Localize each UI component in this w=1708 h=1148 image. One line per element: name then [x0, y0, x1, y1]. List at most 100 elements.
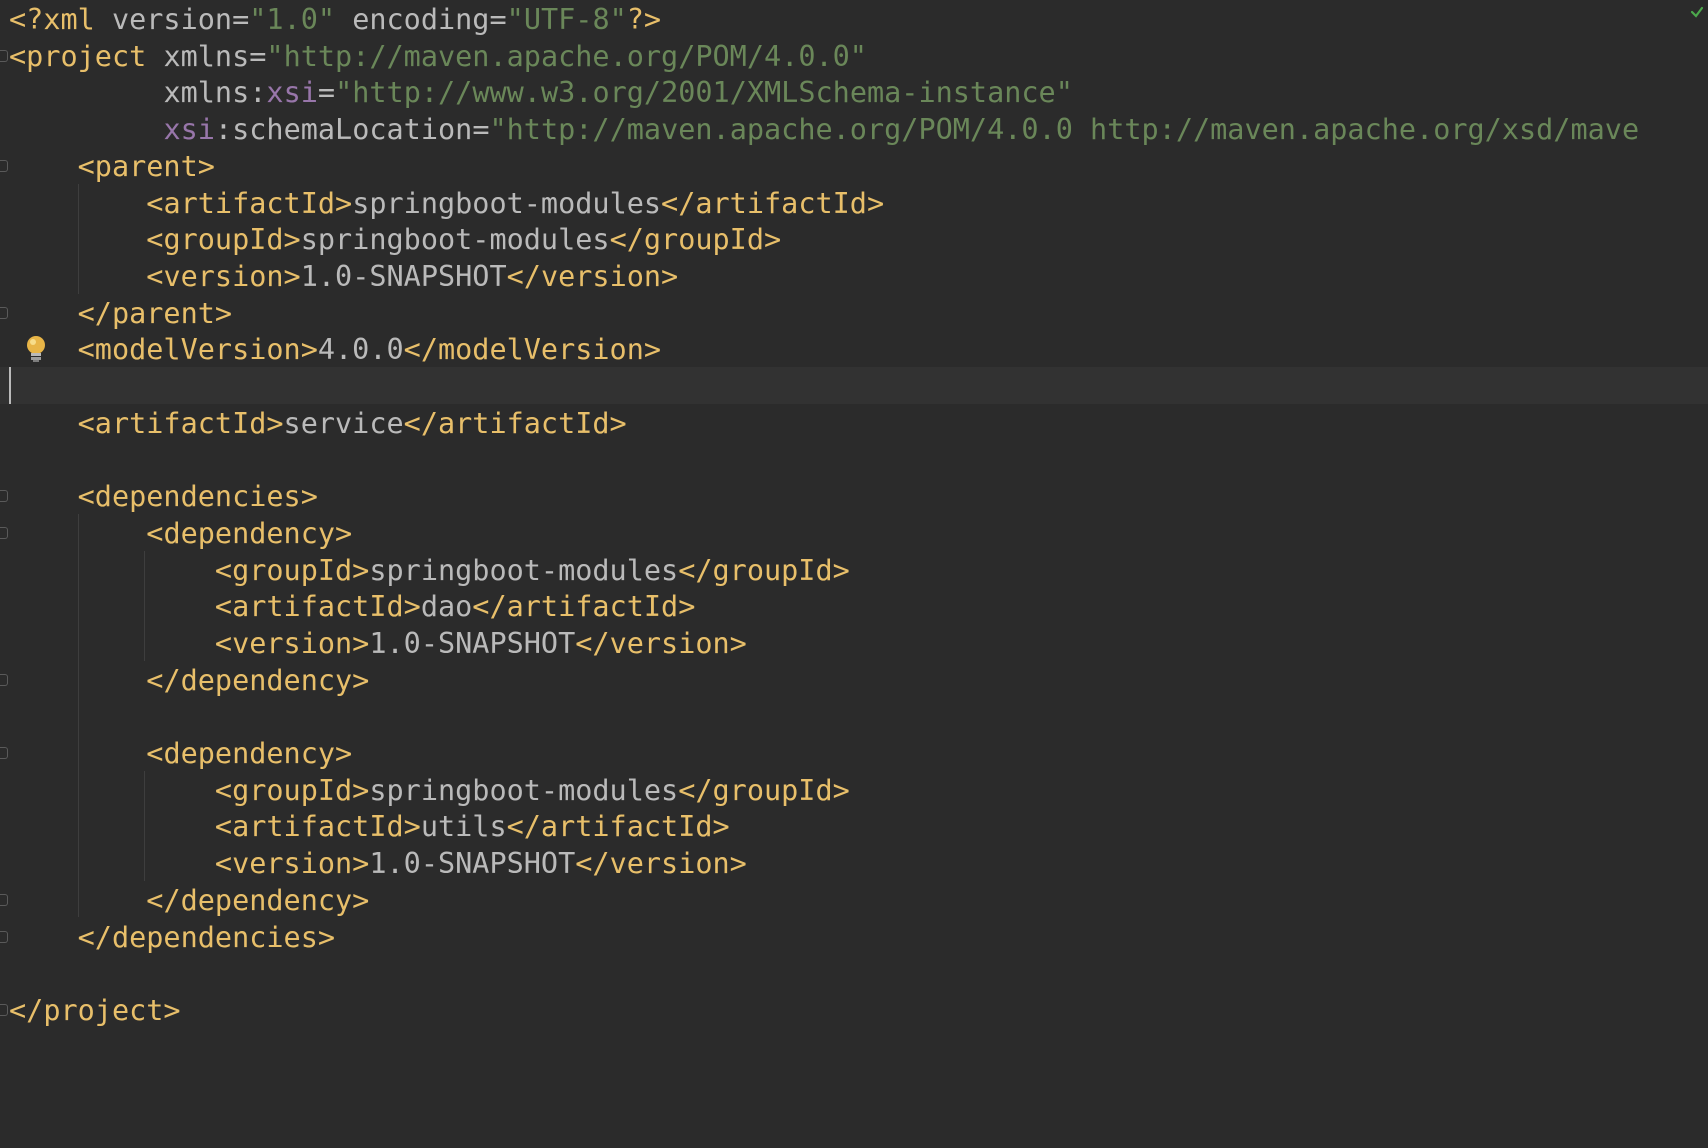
- token-text: dao: [420, 590, 473, 624]
- token-punc: [335, 3, 352, 36]
- code-line[interactable]: xsi:schemaLocation="http://maven.apache.…: [9, 110, 1639, 150]
- token-tag: <version>: [146, 259, 301, 293]
- fold-marker-icon[interactable]: [0, 1003, 8, 1016]
- code-line[interactable]: </dependencies>: [9, 918, 335, 958]
- token-tag: </version>: [506, 259, 679, 293]
- token-tag: ?>: [626, 3, 662, 36]
- token-attr: xmlns: [163, 39, 250, 73]
- code-line[interactable]: <project xmlns="http://maven.apache.org/…: [9, 37, 867, 77]
- token-attr: encoding: [352, 3, 490, 36]
- token-tag: <groupId>: [214, 553, 370, 587]
- token-attr: xmlns: [163, 76, 250, 110]
- intention-bulb-icon[interactable]: [24, 334, 48, 364]
- code-line[interactable]: <groupId>springboot-modules</groupId>: [9, 220, 781, 260]
- token-tag: </dependencies>: [77, 920, 336, 954]
- fold-marker-icon[interactable]: [0, 159, 8, 172]
- token-tag: </groupId>: [678, 553, 850, 587]
- code-line[interactable]: <version>1.0-SNAPSHOT</version>: [9, 844, 747, 884]
- code-line[interactable]: <dependency>: [9, 734, 352, 774]
- token-punc: =: [249, 39, 267, 73]
- code-line[interactable]: </dependency>: [9, 661, 369, 701]
- code-line[interactable]: </project>: [9, 991, 181, 1031]
- fold-marker-icon[interactable]: [0, 49, 8, 62]
- token-text: 1.0-SNAPSHOT: [369, 626, 576, 660]
- token-punc: =: [489, 3, 507, 36]
- token-tag: <parent>: [77, 149, 215, 183]
- token-tag: </artifactId>: [403, 406, 627, 440]
- token-tag: <modelVersion>: [77, 333, 318, 367]
- code-line[interactable]: </dependency>: [9, 881, 369, 921]
- token-punc: =: [317, 76, 336, 110]
- code-line[interactable]: <?xml version="1.0" encoding="UTF-8"?>: [9, 0, 661, 40]
- token-text: springboot-modules: [369, 773, 679, 807]
- token-tag: </dependency>: [146, 883, 370, 917]
- fold-marker-icon[interactable]: [0, 306, 8, 319]
- token-tag: </dependency>: [146, 663, 370, 697]
- token-text: springboot-modules: [352, 186, 662, 220]
- fold-marker-icon[interactable]: [0, 673, 8, 686]
- token-tag: </artifactId>: [661, 186, 885, 220]
- token-val: "http://maven.apache.org/POM/4.0.0 http:…: [489, 113, 1640, 147]
- inspection-ok-icon[interactable]: [1690, 6, 1704, 20]
- fold-marker-icon[interactable]: [0, 526, 8, 539]
- code-line[interactable]: <artifactId>springboot-modules</artifact…: [9, 184, 884, 224]
- token-punc: :: [249, 76, 267, 110]
- code-editor[interactable]: <?xml version="1.0" encoding="UTF-8"?> <p…: [0, 0, 1708, 1148]
- code-line[interactable]: <modelVersion>4.0.0</modelVersion>: [9, 330, 661, 370]
- token-tag: <project: [9, 39, 164, 73]
- token-text: springboot-modules: [369, 553, 679, 587]
- token-attr: schemaLocation: [232, 113, 473, 147]
- token-val: "http://maven.apache.org/POM/4.0.0": [266, 39, 867, 73]
- fold-marker-icon[interactable]: [0, 930, 8, 943]
- token-tag: </version>: [575, 847, 747, 881]
- code-line[interactable]: </parent>: [9, 294, 232, 334]
- code-line[interactable]: <dependencies>: [9, 477, 318, 517]
- code-line[interactable]: <dependency>: [9, 514, 352, 554]
- code-line[interactable]: <version>1.0-SNAPSHOT</version>: [9, 624, 747, 664]
- code-line[interactable]: <parent>: [9, 147, 215, 187]
- code-line[interactable]: <artifactId>service</artifactId>: [9, 404, 627, 444]
- token-tag: <dependency>: [146, 516, 353, 550]
- token-ns: xsi: [266, 76, 318, 110]
- token-tag: </groupId>: [678, 773, 850, 807]
- token-tag: <artifactId>: [146, 186, 353, 220]
- fold-marker-icon[interactable]: [0, 747, 8, 759]
- code-line[interactable]: <artifactId>utils</artifactId>: [9, 807, 730, 847]
- token-tag: <dependency>: [146, 737, 353, 770]
- token-tag: <dependencies>: [77, 480, 318, 514]
- code-line[interactable]: <groupId>springboot-modules</groupId>: [9, 551, 850, 591]
- token-text: 1.0-SNAPSHOT: [369, 847, 576, 881]
- token-tag: <version>: [214, 847, 370, 881]
- code-line[interactable]: xmlns:xsi="http://www.w3.org/2001/XMLSch…: [9, 73, 1073, 113]
- token-tag: </artifactId>: [472, 590, 696, 624]
- code-line[interactable]: <groupId>springboot-modules</groupId>: [9, 771, 850, 811]
- token-tag: </modelVersion>: [403, 333, 662, 367]
- token-text: service: [283, 406, 404, 440]
- fold-marker-icon[interactable]: [0, 490, 8, 503]
- text-caret: [9, 367, 11, 404]
- current-line-highlight: [0, 367, 1708, 404]
- token-tag: </parent>: [77, 296, 233, 330]
- code-line[interactable]: <artifactId>dao</artifactId>: [9, 587, 695, 627]
- token-tag: <groupId>: [214, 773, 370, 807]
- token-val: "http://www.w3.org/2001/XMLSchema-instan…: [335, 76, 1073, 110]
- code-line[interactable]: <version>1.0-SNAPSHOT</version>: [9, 257, 678, 297]
- token-tag: <artifactId>: [77, 406, 284, 440]
- fold-marker-icon[interactable]: [0, 893, 8, 906]
- token-tag: <artifactId>: [214, 810, 421, 844]
